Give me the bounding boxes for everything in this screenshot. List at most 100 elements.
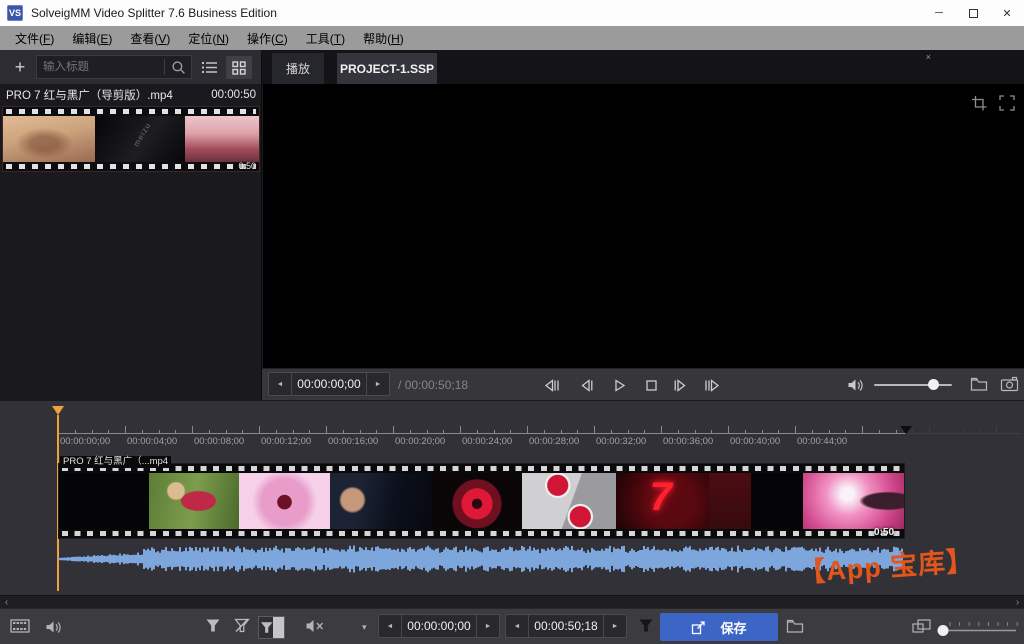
tab-play[interactable]: 播放 [272,53,324,84]
tab-project[interactable]: PROJECT-1.SSP [337,53,437,84]
crop-button[interactable] [970,94,988,112]
fragment-end-stepper: ◄ 00:00:50;18 ► [505,614,627,638]
speaker-icon [44,618,62,636]
time-decrement-button[interactable]: ◄ [269,373,291,395]
ruler-tick [209,430,210,433]
crop-icon [970,94,988,112]
open-folder-button[interactable] [970,376,988,394]
search-icon[interactable] [165,60,191,75]
ruler-tick [711,430,712,433]
menu-item-e[interactable]: 编辑(E) [63,27,121,50]
clip-thumbnail-black-2 [751,473,803,529]
start-time-decrement-button[interactable]: ◄ [379,615,401,637]
ruler-label: 00:00:12;00 [261,436,311,447]
tab-play-label: 播放 [286,60,310,77]
menu-item-c[interactable]: 操作(C) [238,27,297,50]
time-separator: / [398,378,401,392]
list-view-button[interactable] [196,56,222,79]
add-marker-button[interactable] [205,618,223,636]
remove-marker-button[interactable] [233,618,251,636]
step-back-button[interactable] [578,376,596,394]
app-window: VS SolveigMM Video Splitter 7.6 Business… [0,0,1024,644]
ruler-tick [695,430,696,433]
menu-item-h[interactable]: 帮助(H) [354,27,413,50]
minimize-button[interactable]: ─ [922,0,956,26]
ruler-tick [594,426,595,433]
start-time-increment-button[interactable]: ► [477,615,499,637]
video-track-clip[interactable]: 7 [58,463,905,539]
ruler-tick [159,430,160,433]
time-increment-button[interactable]: ► [367,373,389,395]
fullscreen-button[interactable] [998,94,1016,112]
ruler-label: 00:00:24;00 [462,436,512,447]
menu-bar: 文件(F)编辑(E)查看(V)定位(N)操作(C)工具(T)帮助(H) [0,26,1024,50]
close-icon: ✕ [1002,7,1011,20]
timeline-view-button[interactable] [10,618,28,636]
ruler-label: 00:00:04;00 [127,436,177,447]
audio-track-button[interactable] [44,618,62,636]
timeline-scrollbar[interactable]: ‹ › [0,595,1024,608]
mute-options-caret-icon[interactable]: ▾ [362,622,367,633]
folder-icon [970,376,988,392]
save-button-label: 保存 [720,618,746,637]
end-time-increment-button[interactable]: ► [604,615,626,637]
menu-item-n[interactable]: 定位(N) [179,27,238,50]
volume-slider-thumb[interactable] [928,379,939,390]
ruler-tick [561,430,562,433]
mute-fragment-button[interactable] [305,618,323,636]
invert-selection-button[interactable] [258,616,285,639]
tab-close-icon[interactable]: × [926,52,931,62]
media-item-row[interactable]: PRO 7 红与黑广（导剪版）.mp4 00:00:50 [0,85,262,105]
video-preview[interactable] [263,84,1024,368]
menu-item-f[interactable]: 文件(F) [6,27,63,50]
play-button[interactable] [610,376,628,394]
save-button[interactable]: 保存 [660,613,778,641]
search-input[interactable] [37,61,164,73]
maximize-button[interactable] [956,0,990,26]
close-button[interactable]: ✕ [990,0,1024,26]
maximize-icon [969,9,978,18]
ruler-tick [628,430,629,433]
zoom-level-button[interactable] [912,618,930,636]
ruler-tick [477,430,478,433]
end-time-decrement-button[interactable]: ◄ [506,615,528,637]
ruler-tick [75,430,76,433]
previous-marker-button[interactable] [542,376,560,394]
ruler-tick [879,430,880,433]
ruler-label: 00:00:08;00 [194,436,244,447]
stop-button[interactable] [642,376,660,394]
ruler-tick [108,430,109,433]
add-media-button[interactable]: + [8,55,32,79]
ruler-tick [326,426,327,433]
grid-view-button[interactable] [226,56,252,79]
timeline-zoom-slider[interactable] [936,620,1018,636]
filmstrip-sprockets-top [3,107,259,116]
ruler-label: 00:00:36;00 [663,436,713,447]
marker-dark-button[interactable] [638,618,656,636]
next-marker-button[interactable] [704,376,722,394]
ruler-tick [963,430,964,433]
current-time-display: 00:00:00;00 [291,373,367,395]
ruler-tick [611,430,612,433]
volume-button[interactable] [846,376,864,394]
ruler-tick [443,430,444,433]
snapshot-button[interactable] [1000,376,1018,394]
audio-waveform[interactable] [58,542,905,576]
step-back-icon [578,376,596,394]
volume-slider-track[interactable] [874,384,952,386]
clip-thumbnail-man-face [330,473,432,529]
menu-item-t[interactable]: 工具(T) [297,27,354,50]
playhead-marker[interactable] [52,406,64,415]
media-item-thumbnail[interactable]: meizu 0:50 [2,106,260,172]
menu-item-v[interactable]: 查看(V) [121,27,179,50]
step-forward-icon [671,376,689,394]
library-toolbar: + × [0,50,262,84]
ruler-label: 00:00:28;00 [529,436,579,447]
ruler-baseline [906,433,1020,434]
window-title: SolveigMM Video Splitter 7.6 Business Ed… [31,6,277,20]
ruler-tick [912,430,913,433]
ruler-tick [242,430,243,433]
output-folder-button[interactable] [786,618,804,636]
step-forward-button[interactable] [671,376,689,394]
minimize-icon: ─ [935,7,943,19]
